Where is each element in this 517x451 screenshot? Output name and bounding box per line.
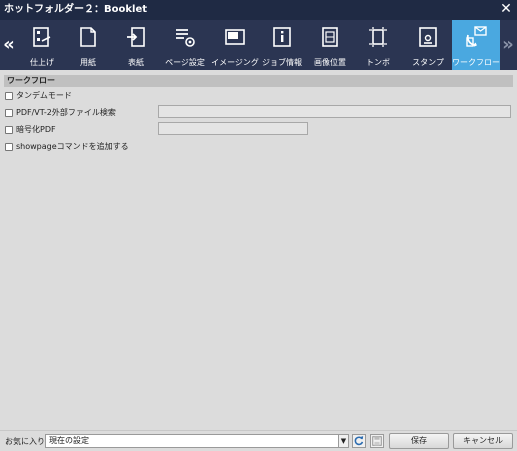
section-title: ワークフロー (7, 76, 55, 85)
showpage-checkbox[interactable] (5, 143, 13, 151)
tab-label: 仕上げ (30, 58, 54, 67)
save-button-label: 保存 (411, 436, 427, 445)
tab-cover[interactable]: 表紙 (116, 20, 156, 70)
scroll-right-button[interactable]: » (499, 20, 517, 70)
tab-imaging[interactable]: イメージング (210, 20, 260, 70)
workflow-icon (466, 26, 487, 47)
tab-page-settings[interactable]: ページ設定 (162, 20, 208, 70)
cancel-button[interactable]: キャンセル (453, 433, 513, 449)
encrypted-pdf-password-field[interactable] (158, 122, 308, 135)
double-chevron-left-icon: « (3, 34, 15, 55)
tab-label: トンボ (366, 58, 390, 67)
pdfvt-search-label: PDF/VT-2外部ファイル検索 (16, 108, 116, 117)
favorites-label: お気に入り (5, 437, 45, 446)
tab-label: 画像位置 (314, 58, 346, 67)
pdfvt-search-field[interactable] (158, 105, 511, 118)
section-header: ワークフロー (4, 75, 513, 87)
crop-marks-icon (369, 27, 387, 47)
tab-label: スタンプ (412, 58, 444, 67)
refresh-icon (354, 436, 364, 446)
cover-icon (127, 27, 145, 47)
tandem-mode-checkbox[interactable] (5, 92, 13, 100)
encrypted-pdf-option[interactable]: 暗号化PDF (5, 124, 56, 136)
close-icon: ✕ (500, 1, 512, 17)
tandem-mode-option[interactable]: タンデムモード (5, 90, 72, 102)
tab-label: ワークフロー (452, 58, 500, 67)
tab-label: 表紙 (128, 58, 144, 67)
tab-workflow[interactable]: ワークフロー (452, 20, 500, 70)
tab-paper[interactable]: 用紙 (68, 20, 108, 70)
favorites-value: 現在の設定 (49, 436, 89, 445)
finishing-icon (33, 27, 51, 47)
cancel-button-label: キャンセル (463, 436, 503, 445)
tab-finishing[interactable]: 仕上げ (22, 20, 62, 70)
encrypted-pdf-label: 暗号化PDF (16, 125, 56, 134)
tab-label: ジョブ情報 (262, 58, 302, 67)
tab-label: 用紙 (80, 58, 96, 67)
imaging-icon (225, 29, 245, 45)
page-settings-icon (176, 29, 195, 47)
settings-toolbar: « 仕上げ 用紙 表紙 ページ設定 イメージング ジョブ情報 画像位置 トンボ … (0, 20, 517, 70)
double-chevron-right-icon: » (502, 34, 514, 55)
showpage-label: showpageコマンドを追加する (16, 142, 129, 151)
footer-bar: お気に入り 現在の設定 ▼ 保存 キャンセル (0, 430, 517, 451)
tab-label: イメージング (211, 58, 259, 67)
close-button[interactable]: ✕ (499, 2, 513, 16)
job-info-icon (273, 27, 291, 47)
chevron-down-icon[interactable]: ▼ (338, 435, 348, 447)
pdfvt-search-option[interactable]: PDF/VT-2外部ファイル検索 (5, 107, 116, 119)
paper-icon (80, 27, 96, 47)
tab-label: ページ設定 (165, 58, 205, 67)
stamp-icon (419, 27, 437, 47)
window-title: ホットフォルダー２：Booklet (4, 4, 148, 15)
tab-crop-marks[interactable]: トンボ (358, 20, 398, 70)
window-title-bar: ホットフォルダー２：Booklet ✕ (0, 0, 517, 20)
save-button[interactable]: 保存 (389, 433, 449, 449)
favorites-select[interactable]: 現在の設定 ▼ (45, 434, 349, 448)
scroll-left-button[interactable]: « (0, 20, 18, 70)
floppy-disk-icon (372, 436, 382, 446)
encrypted-pdf-checkbox[interactable] (5, 126, 13, 134)
tab-image-position[interactable]: 画像位置 (310, 20, 350, 70)
image-position-icon (322, 27, 338, 47)
save-favorite-button[interactable] (370, 434, 384, 448)
refresh-button[interactable] (352, 434, 366, 448)
showpage-option[interactable]: showpageコマンドを追加する (5, 141, 129, 153)
tandem-mode-label: タンデムモード (16, 91, 72, 100)
pdfvt-search-checkbox[interactable] (5, 109, 13, 117)
tab-job-info[interactable]: ジョブ情報 (262, 20, 302, 70)
tab-stamp[interactable]: スタンプ (406, 20, 450, 70)
